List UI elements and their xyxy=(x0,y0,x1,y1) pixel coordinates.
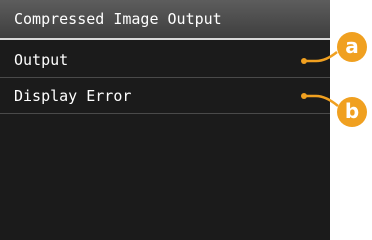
menu-item-label: Output xyxy=(14,51,69,69)
menu-item-display-error[interactable]: Display Error xyxy=(0,78,330,114)
menu-item-output[interactable]: Output xyxy=(0,42,330,78)
screen-header: Compressed Image Output xyxy=(0,0,330,40)
screen-title: Compressed Image Output xyxy=(14,10,222,28)
menu-item-label: Display Error xyxy=(14,87,132,105)
touch-panel-screen: Compressed Image Output Output Display E… xyxy=(0,0,330,240)
callout-marker-b: b xyxy=(337,97,367,127)
callout-marker-a: a xyxy=(337,32,367,62)
